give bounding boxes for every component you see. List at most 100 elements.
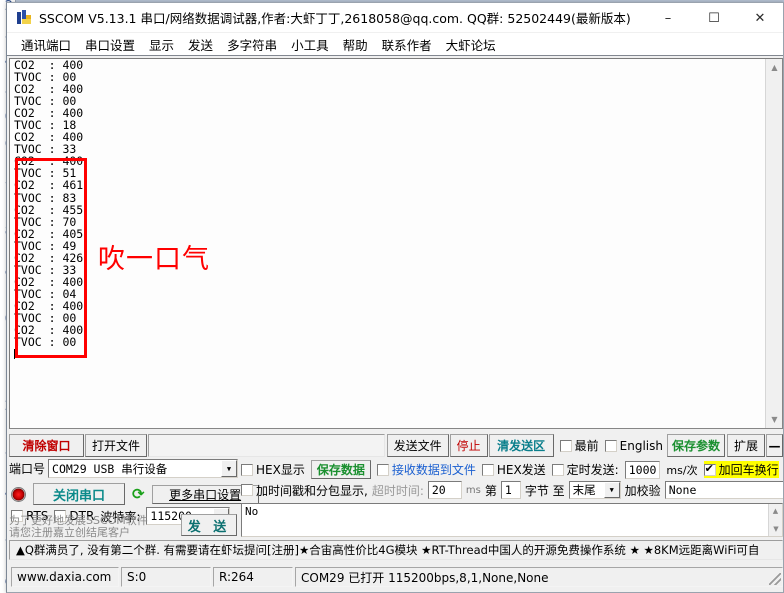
expand-button[interactable]: 扩展	[727, 434, 765, 457]
maximize-icon[interactable]: ☐	[691, 3, 737, 33]
timeout-unit: ms	[465, 484, 481, 496]
close-icon[interactable]: ✕	[737, 3, 783, 33]
settings-panel: 端口号 COM29 USB 串行设备 ▼ 关闭串口 ⟳ 更多串口设置 RTS D…	[9, 459, 783, 539]
hex-display-checkbox-box[interactable]	[241, 463, 253, 476]
terminal-line: TVOC : 04	[14, 286, 77, 301]
clear-send-area-button[interactable]: 清发送区	[488, 434, 554, 457]
byte-to-select[interactable]: 末尾 ▼	[568, 481, 621, 499]
scroll-up-icon[interactable]: ▲	[766, 59, 782, 76]
action-toolbar: 清除窗口 打开文件 发送文件 停止 清发送区 最前 English 保存参数 扩…	[9, 434, 783, 457]
annotation-label: 吹一口气	[98, 244, 210, 275]
menu-item-multistring[interactable]: 多字符串	[220, 33, 284, 56]
timestamp-label: 加时间戳和分包显示,	[256, 483, 368, 498]
file-path-field[interactable]	[148, 434, 385, 457]
refresh-icon[interactable]: ⟳	[132, 485, 145, 503]
close-port-button[interactable]: 关闭串口	[33, 483, 125, 505]
timed-send-checkbox[interactable]: 定时发送:	[551, 461, 619, 478]
minus-button[interactable]: —	[766, 434, 783, 457]
send-textarea[interactable]: No ▲ ▼	[241, 503, 783, 537]
status-url[interactable]: www.daxia.com	[11, 567, 119, 587]
send-button[interactable]: 发 送	[181, 514, 237, 536]
crlf-label: 加回车换行	[718, 463, 779, 477]
register-note-line2: 请您注册嘉立创结尾客户	[9, 526, 130, 539]
terminal-line: CO2 : 400	[14, 298, 84, 313]
menu-item-forum[interactable]: 大虾论坛	[439, 33, 503, 56]
terminal-line: CO2 : 400	[14, 82, 84, 97]
terminal-line: CO2 : 400	[14, 154, 84, 169]
menu-item-comm-port[interactable]: 通讯端口	[14, 33, 78, 56]
terminal-caret-line	[14, 348, 765, 360]
menu-item-help[interactable]: 帮助	[336, 33, 375, 56]
minimize-icon[interactable]: –	[645, 3, 691, 33]
recv-to-file-label: 接收数据到文件	[391, 463, 476, 477]
title-bar[interactable]: SSCOM V5.13.1 串口/网络数据调试器,作者:大虾丁丁,2618058…	[7, 3, 783, 33]
terminal-line: CO2 : 400	[14, 130, 84, 145]
chevron-down-icon[interactable]: ▼	[221, 460, 238, 477]
terminal-line: TVOC : 83	[14, 190, 77, 205]
hex-send-label: HEX发送	[496, 463, 546, 477]
timestamp-checkbox-box[interactable]	[241, 484, 253, 496]
status-recv-count: R:264	[213, 567, 293, 587]
hex-send-checkbox-box[interactable]	[481, 463, 494, 476]
save-params-button[interactable]: 保存参数	[667, 434, 725, 457]
terminal-line: TVOC : 18	[14, 118, 77, 133]
terminal-line: TVOC : 00	[14, 335, 77, 350]
menu-item-send[interactable]: 发送	[181, 33, 220, 56]
topmost-label: 最前	[574, 439, 599, 453]
menu-item-display[interactable]: 显示	[142, 33, 181, 56]
byte-from-input[interactable]: 1	[500, 481, 521, 499]
terminal-line: CO2 : 400	[14, 106, 84, 121]
scroll-down-icon[interactable]: ▼	[769, 522, 782, 536]
terminal-line: TVOC : 33	[14, 142, 77, 157]
menu-bar: 通讯端口 串口设置 显示 发送 多字符串 小工具 帮助 联系作者 大虾论坛	[7, 33, 783, 56]
clear-window-button[interactable]: 清除窗口	[9, 434, 84, 457]
crlf-checkbox[interactable]: 加回车换行	[703, 461, 779, 478]
menu-item-port-config[interactable]: 串口设置	[78, 33, 142, 56]
hex-send-checkbox[interactable]: HEX发送	[481, 461, 546, 478]
recv-to-file-checkbox[interactable]: 接收数据到文件	[376, 461, 476, 478]
hex-display-label: HEX显示	[256, 463, 305, 477]
menu-item-tools[interactable]: 小工具	[284, 33, 336, 56]
timed-send-unit: ms/次	[666, 463, 698, 477]
promo-banner[interactable]: ▲Q群满员了, 没有第二个群. 有需要请在虾坛提问[注册]★合宙高性价比4G模块…	[9, 540, 783, 560]
crlf-checkbox-box[interactable]	[703, 462, 716, 476]
terminal-line: CO2 : 400	[14, 59, 84, 72]
scroll-up-icon[interactable]: ▲	[769, 504, 782, 518]
chevron-down-icon[interactable]: ▼	[603, 482, 620, 498]
terminal-line: CO2 : 400	[14, 323, 84, 338]
resize-grip-icon[interactable]	[769, 573, 781, 585]
english-label: English	[619, 438, 663, 453]
english-checkbox-box[interactable]	[604, 439, 617, 452]
send-file-button[interactable]: 发送文件	[386, 434, 449, 457]
stop-button[interactable]: 停止	[449, 434, 488, 457]
english-checkbox[interactable]: English	[604, 434, 663, 457]
timeout-input[interactable]: 20	[427, 481, 462, 499]
text-caret	[14, 349, 15, 360]
topmost-checkbox[interactable]: 最前	[559, 434, 599, 457]
recv-to-file-checkbox-box[interactable]	[376, 463, 389, 476]
status-bar: www.daxia.com S:0 R:264 COM29 已打开 115200…	[7, 565, 783, 587]
checksum-value: None	[668, 483, 697, 497]
window-controls: – ☐ ✕	[645, 3, 783, 33]
menu-item-contact[interactable]: 联系作者	[375, 33, 439, 56]
timestamp-checkbox[interactable]: 加时间戳和分包显示,	[241, 482, 368, 499]
checksum-select[interactable]: None ▼	[664, 481, 783, 499]
send-textarea-scrollbar[interactable]: ▲ ▼	[768, 504, 782, 536]
timed-send-checkbox-box[interactable]	[551, 463, 564, 476]
timeout-label: 超时时间:	[371, 483, 424, 498]
port-select[interactable]: COM29 USB 串行设备 ▼	[48, 459, 239, 478]
scroll-down-icon[interactable]: ▼	[766, 411, 782, 428]
save-data-button[interactable]: 保存数据	[310, 460, 371, 479]
topmost-checkbox-box[interactable]	[559, 439, 572, 452]
status-sent-count: S:0	[121, 567, 211, 587]
terminal-line: TVOC : 70	[14, 214, 77, 229]
receive-area[interactable]: CO2 : 400 TVOC : 00 CO2 : 400 TVOC : 00 CO2 …	[9, 58, 783, 429]
register-note: 为了更好地发展SSCOM软件 请您注册嘉立创结尾客户	[9, 515, 179, 539]
open-file-button[interactable]: 打开文件	[85, 434, 147, 457]
terminal-line: TVOC : 51	[14, 166, 77, 181]
send-textarea-value: No	[245, 505, 259, 518]
terminal-line: CO2 : 455	[14, 202, 84, 217]
hex-display-checkbox[interactable]: HEX显示	[241, 461, 305, 478]
terminal-scrollbar[interactable]: ▲ ▼	[765, 59, 782, 428]
timed-send-input[interactable]: 1000	[624, 460, 661, 479]
